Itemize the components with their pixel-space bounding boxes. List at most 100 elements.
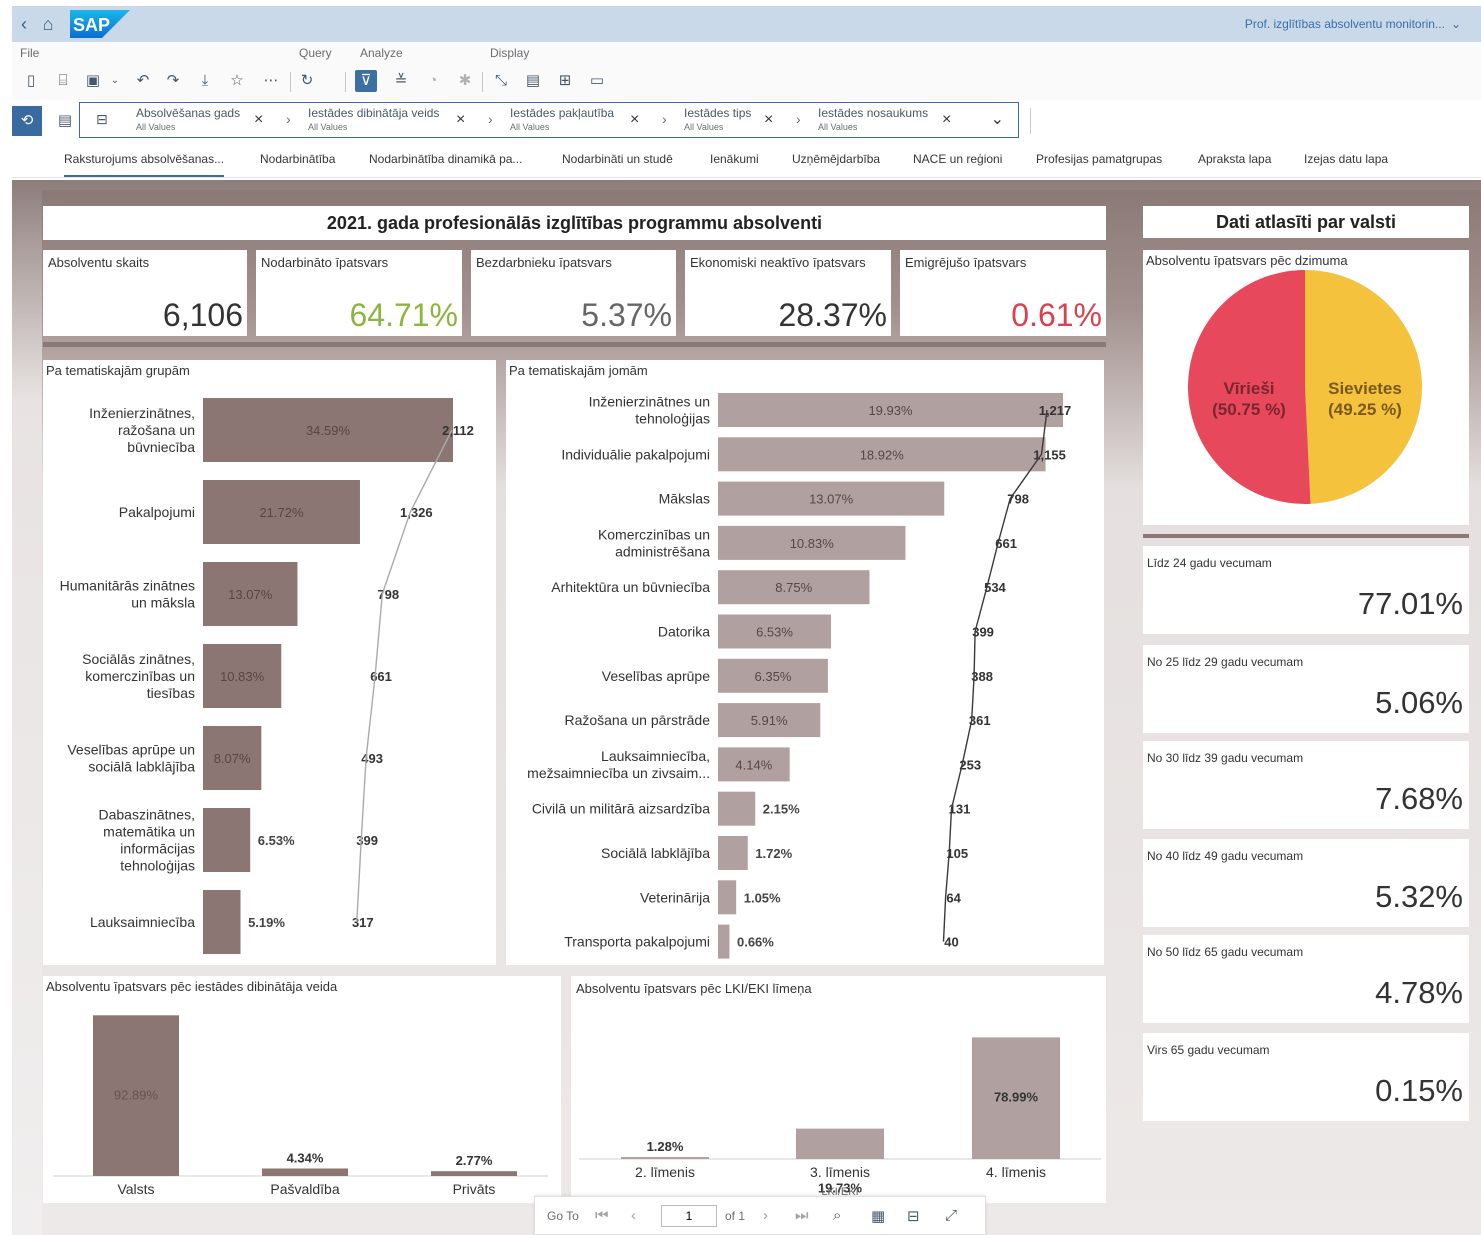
- bar[interactable]: [262, 1168, 348, 1176]
- close-icon[interactable]: ×: [630, 111, 639, 129]
- age-kpi-card[interactable]: No 50 līdz 65 gadu vecumam 4.78%: [1143, 935, 1469, 1023]
- save-menu-chevron-icon[interactable]: ⌄: [104, 70, 126, 92]
- menu-query[interactable]: Query: [299, 46, 332, 60]
- kpi-card[interactable]: Bezdarbnieku īpatsvars 5.37%: [471, 250, 676, 336]
- age-kpi-card[interactable]: No 40 līdz 49 gadu vecumam 5.32%: [1143, 839, 1469, 927]
- hierarchy-icon[interactable]: ≚: [390, 70, 412, 92]
- reset-filters-icon[interactable]: ⟲: [12, 106, 42, 136]
- close-icon[interactable]: ×: [456, 111, 465, 129]
- age-kpi-card[interactable]: No 25 līdz 29 gadu vecumam 5.06%: [1143, 645, 1469, 733]
- settings-icon[interactable]: ✱: [454, 70, 476, 92]
- close-icon[interactable]: ×: [764, 111, 773, 129]
- tab-9[interactable]: Apraksta lapa: [1198, 152, 1271, 166]
- menu-file[interactable]: File: [20, 46, 39, 60]
- back-icon[interactable]: ‹: [12, 14, 36, 35]
- kpi-card[interactable]: Ekonomiski neaktīvo īpatsvars 28.37%: [685, 250, 891, 336]
- bar[interactable]: [203, 808, 251, 872]
- favorite-icon[interactable]: ☆: [226, 70, 248, 92]
- download-icon[interactable]: ⤓: [194, 70, 216, 92]
- tab-6[interactable]: Uzņēmējdarbība: [792, 152, 880, 166]
- kpi-card[interactable]: Emigrējušo īpatsvars 0.61%: [900, 250, 1106, 336]
- value-label: 2.77%: [456, 1153, 493, 1168]
- next-page-icon[interactable]: ›: [763, 1207, 768, 1224]
- filter-chip-institution-name[interactable]: Iestādes nosaukums All Values: [818, 107, 928, 133]
- age-kpi-card[interactable]: Līdz 24 gadu vecumam 77.01%: [1143, 546, 1469, 634]
- filter-value: All Values: [308, 122, 348, 132]
- app-title[interactable]: Prof. izglītības absolventu monitorin...…: [1239, 15, 1461, 32]
- more-icon[interactable]: ⋯: [260, 70, 282, 92]
- sap-logo[interactable]: SAP: [70, 10, 130, 38]
- bar[interactable]: [718, 880, 737, 915]
- bar[interactable]: [718, 791, 756, 826]
- tab-8[interactable]: Profesijas pamatgrupas: [1036, 152, 1162, 166]
- tab-7[interactable]: NACE un reģioni: [913, 152, 1002, 166]
- menu-analyze[interactable]: Analyze: [360, 46, 403, 60]
- presentation-icon[interactable]: ▭: [586, 70, 608, 92]
- filter-bar: ⟲ ▤ ⊟ Absolvēšanas gads All Values × › Ie…: [12, 100, 1481, 144]
- bar[interactable]: [718, 924, 730, 959]
- count-label: 399: [356, 833, 378, 848]
- value-label: 4.34%: [287, 1150, 324, 1165]
- filter-chip-institution-type[interactable]: Iestādes tips All Values: [684, 107, 751, 133]
- age-divider: [1143, 534, 1469, 538]
- tab-10[interactable]: Izejas datu lapa: [1304, 152, 1388, 166]
- filter-chip-subordination[interactable]: Iestādes pakļautība All Values: [510, 107, 614, 133]
- filter-panel-icon[interactable]: ▤: [50, 106, 80, 136]
- previous-page-icon[interactable]: ‹: [631, 1207, 636, 1224]
- count-label: 1,217: [1039, 403, 1072, 418]
- undo-icon[interactable]: ↶: [132, 70, 154, 92]
- close-icon[interactable]: ×: [942, 111, 951, 129]
- bar[interactable]: [718, 836, 748, 870]
- filter-chip-graduation-year[interactable]: Absolvēšanas gads All Values: [136, 107, 240, 133]
- page-number-input[interactable]: [661, 1205, 717, 1227]
- redo-icon[interactable]: ↷: [162, 70, 184, 92]
- home-icon[interactable]: ⌂: [36, 14, 60, 35]
- fit-width-icon[interactable]: ⊟: [907, 1207, 920, 1225]
- percent-label: 1.72%: [755, 846, 792, 861]
- percent-label: 0.66%: [737, 935, 774, 950]
- tab-5[interactable]: Ienākumi: [710, 152, 759, 166]
- tab-2[interactable]: Nodarbinātība: [260, 152, 335, 166]
- collapse-filter-icon[interactable]: ⊟: [96, 111, 108, 128]
- collapse-icon[interactable]: ⤡: [490, 70, 512, 92]
- bar[interactable]: [796, 1128, 884, 1159]
- first-page-icon[interactable]: ⏮: [595, 1207, 609, 1224]
- chart-gender[interactable]: Absolventu īpatsvars pēc dzimuma Vīrieši…: [1143, 250, 1469, 525]
- history-icon[interactable]: ◔: [422, 70, 444, 92]
- chevron-down-icon[interactable]: ⌄: [991, 109, 1004, 129]
- kpi-card[interactable]: Absolventu skaits 6,106: [43, 250, 247, 336]
- calendar-icon[interactable]: ▤: [522, 70, 544, 92]
- tab-3[interactable]: Nodarbinātība dinamikā pa...: [369, 152, 522, 166]
- chevron-down-icon[interactable]: ⌄: [1451, 17, 1461, 31]
- kpi-card[interactable]: Nodarbināto īpatsvars 64.71%: [256, 250, 462, 336]
- save-icon[interactable]: ▣: [82, 70, 104, 92]
- age-value: 5.32%: [1375, 879, 1463, 914]
- age-kpi-card[interactable]: No 30 līdz 39 gadu vecumam 7.68%: [1143, 741, 1469, 829]
- menu-display[interactable]: Display: [490, 46, 529, 60]
- bar[interactable]: [621, 1157, 709, 1159]
- filter-icon[interactable]: ⊽: [355, 70, 377, 92]
- tab-1[interactable]: Raksturojums absolvēšanas...: [64, 152, 225, 177]
- age-kpi-card[interactable]: Virs 65 gadu vecumam 0.15%: [1143, 1033, 1469, 1121]
- fullscreen-icon[interactable]: ⤢: [945, 1207, 957, 1224]
- chart-lki-level[interactable]: Absolventu īpatsvars pēc LKI/EKI līmeņa …: [571, 976, 1106, 1203]
- fit-page-icon[interactable]: ▦: [871, 1207, 885, 1225]
- expand-icon[interactable]: ⊞: [554, 70, 576, 92]
- chevron-right-icon: ›: [796, 111, 801, 127]
- bar[interactable]: [431, 1171, 517, 1176]
- bar[interactable]: [203, 890, 241, 954]
- open-icon[interactable]: ⌸: [52, 70, 74, 92]
- new-icon[interactable]: ▯: [20, 70, 42, 92]
- zoom-icon[interactable]: ⌕: [833, 1207, 841, 1224]
- tab-4[interactable]: Nodarbināti un studē: [562, 152, 673, 166]
- close-icon[interactable]: ×: [254, 111, 263, 129]
- category-label: administrēšana: [615, 543, 710, 559]
- percent-label: 8.75%: [775, 580, 812, 595]
- category-label: Pakalpojumi: [119, 504, 195, 520]
- chart-founder-type[interactable]: Absolventu īpatsvars pēc iestādes dibinā…: [43, 976, 561, 1203]
- last-page-icon[interactable]: ⏭: [795, 1207, 809, 1224]
- refresh-icon[interactable]: ↻: [296, 70, 318, 92]
- filter-chip-founder-type[interactable]: Iestādes dibinātāja veids All Values: [308, 107, 439, 133]
- chart-thematic-groups[interactable]: Pa tematiskajām grupām Inženierzinātnes,…: [43, 360, 496, 965]
- chart-thematic-fields[interactable]: Pa tematiskajām jomām Inženierzinātnes u…: [506, 360, 1104, 965]
